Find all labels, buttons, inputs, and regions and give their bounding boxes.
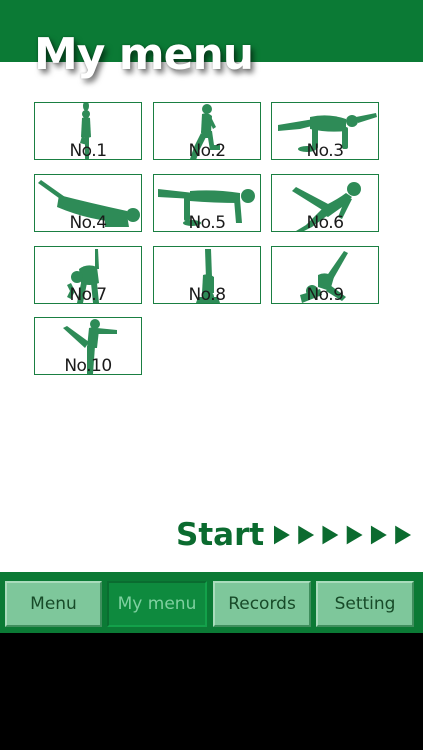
play-arrow-icon <box>346 525 363 545</box>
tab-menu[interactable]: Menu <box>5 581 102 627</box>
play-arrow-icon <box>371 525 387 545</box>
exercise-tile-5[interactable]: No.5 <box>153 174 261 232</box>
exercise-tile-10[interactable]: No.10 <box>34 317 142 375</box>
app-screen: My menu No.1 No.2 No.3 No.4 No.5 No.6 No… <box>0 0 423 633</box>
exercise-tile-1[interactable]: No.1 <box>34 102 142 160</box>
play-arrows <box>274 525 412 545</box>
exercise-tile-8[interactable]: No.8 <box>153 246 261 304</box>
exercise-tile-4[interactable]: No.4 <box>34 174 142 232</box>
exercise-tile-9[interactable]: No.9 <box>271 246 379 304</box>
exercise-tile-3[interactable]: No.3 <box>271 102 379 160</box>
start-button[interactable]: Start <box>176 514 414 556</box>
exercise-label: No.6 <box>306 213 344 232</box>
tab-setting[interactable]: Setting <box>316 581 414 627</box>
exercise-label: No.2 <box>188 141 226 160</box>
empty-area <box>0 633 423 750</box>
play-arrow-icon <box>322 525 339 545</box>
exercise-label: No.7 <box>69 285 107 304</box>
exercise-tile-6[interactable]: No.6 <box>271 174 379 232</box>
play-arrow-icon <box>274 525 291 545</box>
exercise-tile-2[interactable]: No.2 <box>153 102 261 160</box>
tab-label: Records <box>228 594 296 614</box>
tab-label: Setting <box>334 594 396 614</box>
exercise-label: No.3 <box>306 141 344 160</box>
exercise-label: No.8 <box>188 285 226 304</box>
tab-label: Menu <box>30 594 77 614</box>
exercise-label: No.4 <box>69 213 107 232</box>
play-arrow-icon <box>395 525 412 545</box>
start-label: Start <box>176 517 265 553</box>
tab-my-menu[interactable]: My menu <box>107 581 207 627</box>
play-arrow-icon <box>298 525 315 545</box>
tab-label: My menu <box>117 594 197 614</box>
exercise-label: No.5 <box>188 213 226 232</box>
exercise-label: No.1 <box>69 141 107 160</box>
exercise-tile-7[interactable]: No.7 <box>34 246 142 304</box>
tab-records[interactable]: Records <box>213 581 311 627</box>
exercise-grid: No.1 No.2 No.3 No.4 No.5 No.6 No.7 No.8 … <box>0 0 423 400</box>
exercise-label: No.9 <box>306 285 344 304</box>
exercise-label: No.10 <box>64 356 112 375</box>
bottom-tab-bar: Menu My menu Records Setting <box>0 572 423 633</box>
